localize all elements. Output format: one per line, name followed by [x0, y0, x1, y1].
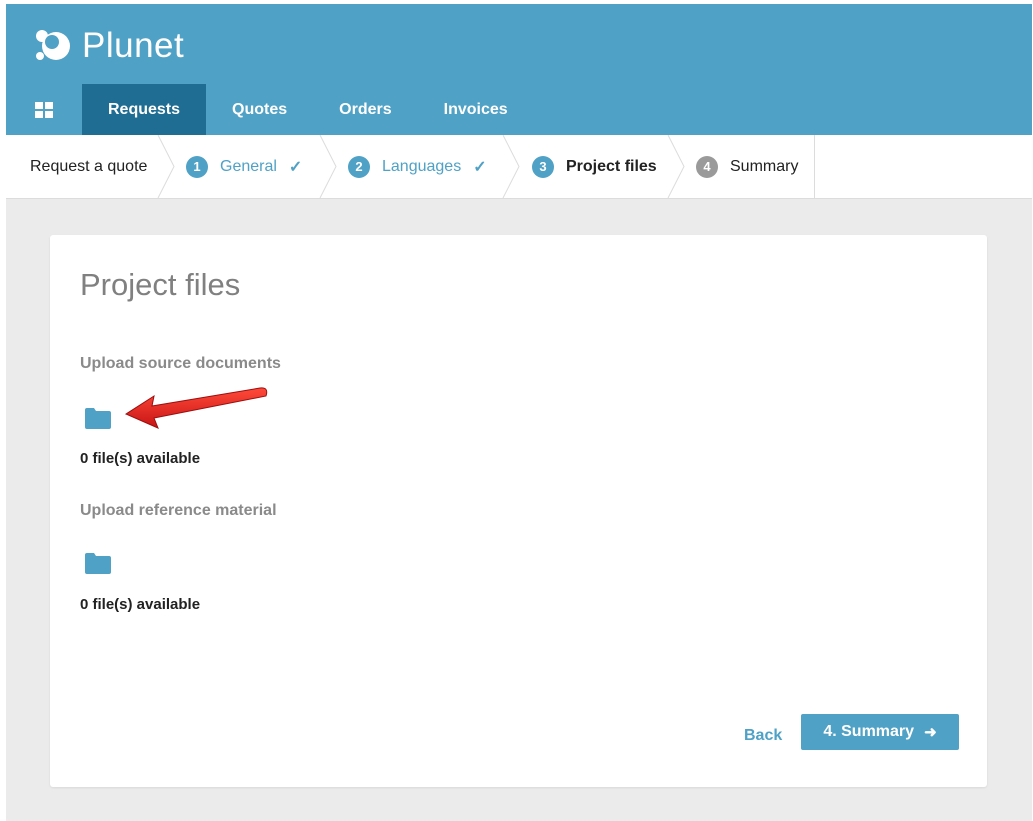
step-general[interactable]: 1 General ✓ — [186, 135, 302, 198]
back-button[interactable]: Back — [742, 718, 784, 754]
step-separator — [157, 135, 175, 198]
plunet-logo-icon — [36, 30, 70, 60]
step-separator — [319, 135, 337, 198]
tab-quotes[interactable]: Quotes — [206, 84, 313, 135]
next-button-label: 4. Summary — [823, 723, 915, 740]
red-arrow-annotation-icon — [124, 387, 268, 429]
project-files-card: Project files Upload source documents 0 … — [50, 235, 987, 787]
apps-menu-button[interactable] — [6, 84, 82, 135]
app-name: Plunet — [82, 26, 185, 65]
wizard-steps: Request a quote 1 General ✓ 2 Languages … — [6, 135, 1032, 199]
step-number: 3 — [532, 155, 554, 178]
step-label: Summary — [730, 157, 799, 175]
step-number: 2 — [348, 155, 370, 178]
step-separator — [667, 135, 685, 198]
source-files-count: 0 file(s) available — [80, 450, 201, 467]
app-window: Plunet Requests Quotes Orders Invoices R… — [6, 4, 1032, 821]
folder-icon[interactable] — [84, 406, 112, 430]
checkmark-icon: ✓ — [473, 158, 487, 176]
source-documents-label: Upload source documents — [80, 355, 281, 372]
grid-icon — [35, 101, 53, 118]
step-number: 1 — [186, 155, 208, 178]
step-label: General — [220, 157, 277, 175]
page-title: Project files — [80, 267, 241, 302]
arrow-right-icon: ➜ — [924, 724, 937, 741]
step-label: Languages — [382, 157, 462, 175]
tab-invoices[interactable]: Invoices — [418, 84, 534, 135]
next-summary-button[interactable]: 4. Summary ➜ — [801, 714, 959, 750]
step-languages[interactable]: 2 Languages ✓ — [348, 135, 487, 198]
folder-icon[interactable] — [84, 551, 112, 575]
step-separator — [502, 135, 520, 198]
tab-requests[interactable]: Requests — [82, 84, 207, 135]
reference-files-count: 0 file(s) available — [80, 596, 201, 613]
step-divider — [814, 135, 815, 198]
logo[interactable]: Plunet — [32, 22, 184, 70]
step-number: 4 — [696, 155, 718, 178]
tab-orders[interactable]: Orders — [313, 84, 417, 135]
wizard-title: Request a quote — [30, 157, 148, 175]
checkmark-icon: ✓ — [288, 158, 303, 176]
step-project-files[interactable]: 3 Project files — [532, 135, 657, 198]
step-label: Project files — [566, 157, 657, 175]
reference-material-label: Upload reference material — [80, 502, 277, 519]
step-summary[interactable]: 4 Summary — [696, 135, 798, 198]
header-bar: Plunet Requests Quotes Orders Invoices — [6, 4, 1032, 135]
main-nav: Requests Quotes Orders Invoices — [6, 84, 534, 135]
